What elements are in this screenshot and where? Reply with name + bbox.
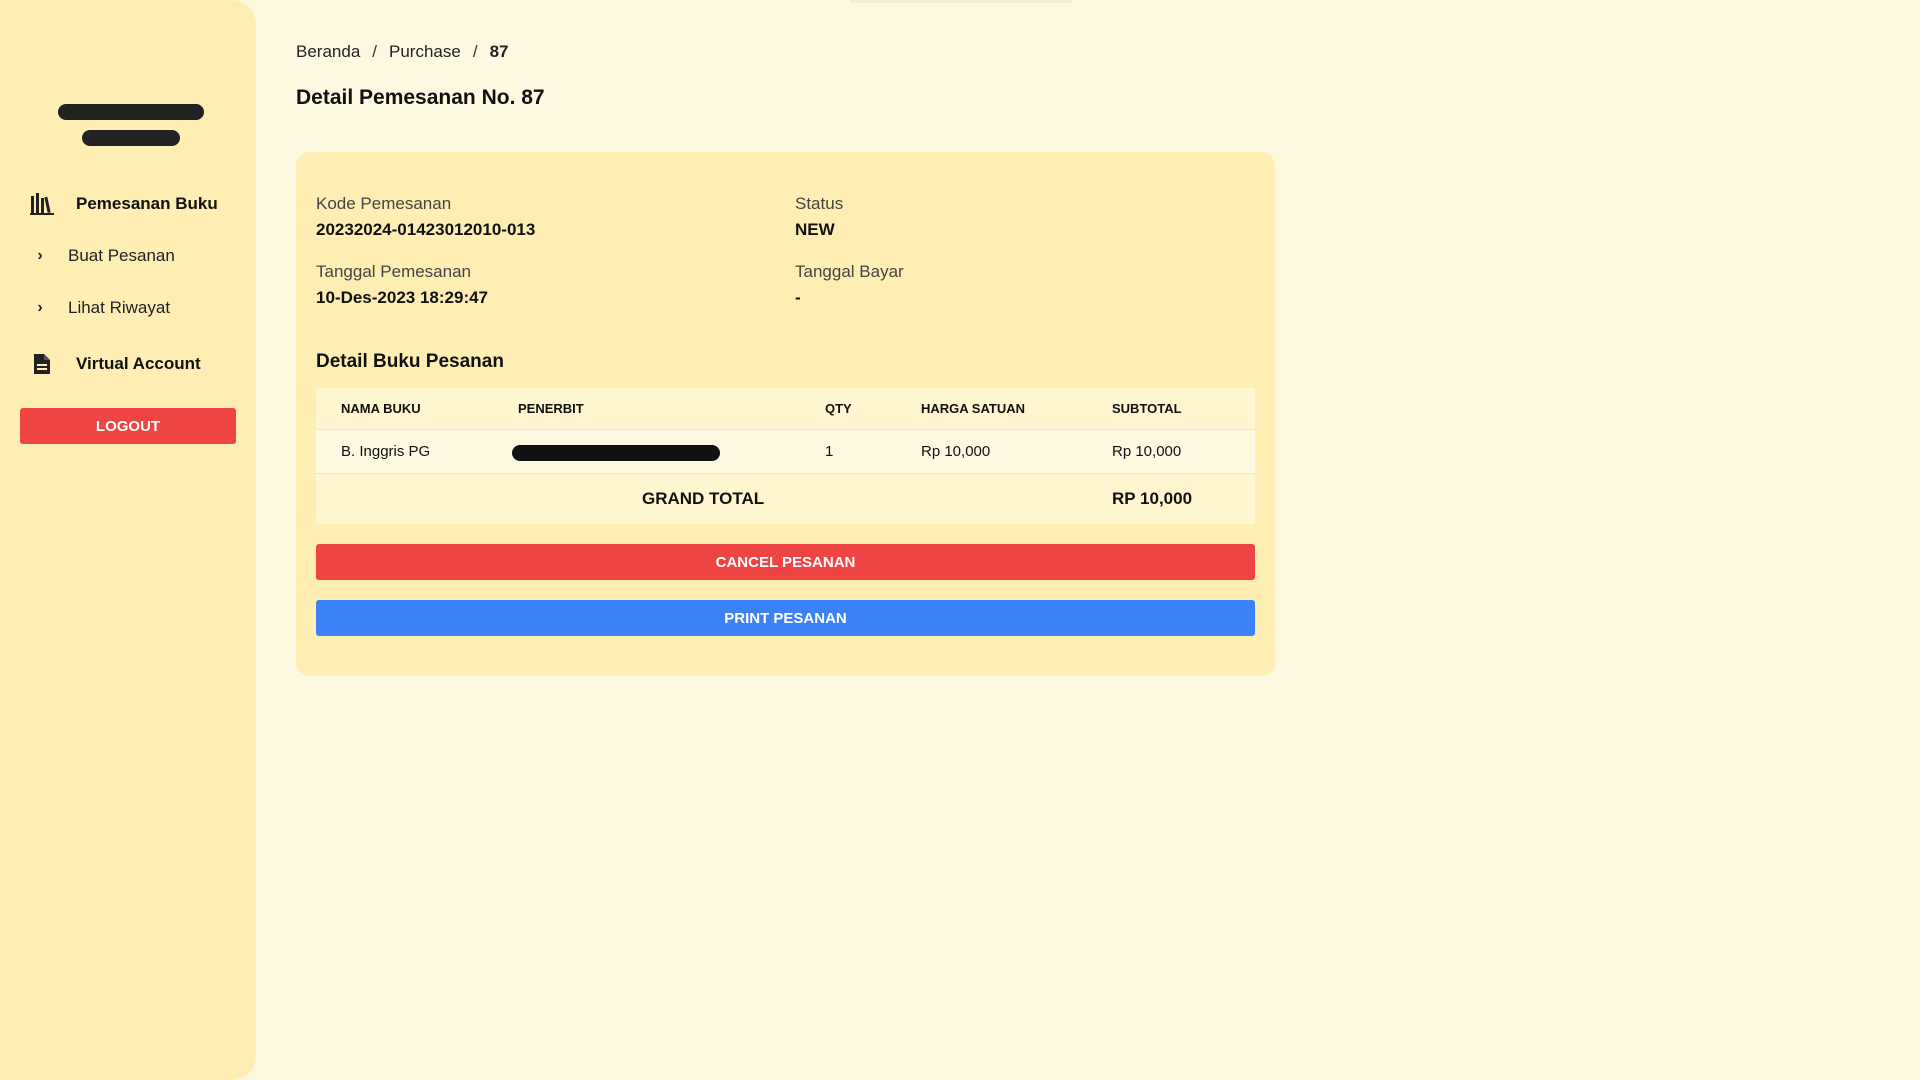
chevron-right-icon: › <box>37 247 43 264</box>
status-value: NEW <box>795 220 835 239</box>
sidebar-item-pemesanan-buku[interactable]: Pemesanan Buku <box>30 189 218 219</box>
order-date-label: Tanggal Pemesanan <box>316 262 472 281</box>
column-header-harga-satuan: HARGA SATUAN <box>921 401 1025 416</box>
top-handle <box>850 0 1072 3</box>
payment-date-field: Tanggal Bayar - <box>795 262 904 308</box>
payment-date-value: - <box>795 288 801 307</box>
breadcrumb: Beranda / Purchase / 87 <box>296 42 509 62</box>
order-code-field: Kode Pemesanan 20232024-01423012010-013 <box>316 194 535 240</box>
chevron-right-icon: › <box>37 299 43 316</box>
table-row: B. Inggris PG 1 Rp 10,000 Rp 10,000 <box>316 429 1255 474</box>
breadcrumb-separator: / <box>472 42 478 61</box>
sidebar-item-buat-pesanan[interactable]: › Buat Pesanan <box>32 243 175 269</box>
grand-total-value: RP 10,000 <box>1112 489 1193 508</box>
print-order-button[interactable]: PRINT PESANAN <box>316 600 1255 636</box>
column-header-qty: QTY <box>825 401 852 416</box>
cancel-order-button[interactable]: CANCEL PESANAN <box>316 544 1255 580</box>
sidebar-item-lihat-riwayat[interactable]: › Lihat Riwayat <box>32 295 170 321</box>
logout-button[interactable]: LOGOUT <box>20 408 236 444</box>
column-header-subtotal: SUBTOTAL <box>1112 401 1182 416</box>
sidebar-item-label: Buat Pesanan <box>68 246 175 265</box>
document-icon <box>30 352 54 376</box>
order-code-label: Kode Pemesanan <box>316 194 452 213</box>
order-date-value: 10-Des-2023 18:29:47 <box>316 288 489 307</box>
breadcrumb-purchase-link[interactable]: Purchase <box>389 42 461 62</box>
column-header-nama-buku: NAMA BUKU <box>341 401 421 416</box>
sidebar-item-label: Pemesanan Buku <box>76 194 218 213</box>
grand-total-label: GRAND TOTAL <box>642 489 765 508</box>
books-icon <box>30 192 54 216</box>
sidebar-item-label: Lihat Riwayat <box>68 298 171 317</box>
breadcrumb-current: 87 <box>489 42 509 61</box>
breadcrumb-home-link[interactable]: Beranda <box>296 42 360 62</box>
cell-penerbit-redacted <box>512 445 720 461</box>
sidebar: Pemesanan Buku › Buat Pesanan › Lihat Ri… <box>0 0 256 1080</box>
cell-subtotal: Rp 10,000 <box>1112 443 1182 460</box>
order-books-table: NAMA BUKU PENERBIT QTY HARGA SATUAN SUBT… <box>316 388 1255 524</box>
payment-date-label: Tanggal Bayar <box>795 262 904 281</box>
order-detail-card: Kode Pemesanan 20232024-01423012010-013 … <box>296 152 1275 676</box>
breadcrumb-separator: / <box>372 42 378 61</box>
table-header: NAMA BUKU PENERBIT QTY HARGA SATUAN SUBT… <box>316 388 1255 429</box>
grand-total-row: GRAND TOTAL RP 10,000 <box>316 474 1255 524</box>
books-section-title: Detail Buku Pesanan <box>316 351 504 372</box>
sidebar-item-virtual-account[interactable]: Virtual Account <box>30 349 201 379</box>
cell-nama-buku: B. Inggris PG <box>341 443 431 460</box>
logo-redacted <box>58 102 206 150</box>
page-title: Detail Pemesanan No. 87 <box>296 86 545 109</box>
cell-qty: 1 <box>825 443 834 460</box>
cell-harga-satuan: Rp 10,000 <box>921 443 991 460</box>
status-field: Status NEW <box>795 194 843 240</box>
status-label: Status <box>795 194 844 213</box>
order-date-field: Tanggal Pemesanan 10-Des-2023 18:29:47 <box>316 262 488 308</box>
column-header-penerbit: PENERBIT <box>518 401 584 416</box>
order-code-value: 20232024-01423012010-013 <box>316 220 536 239</box>
sidebar-item-label: Virtual Account <box>76 354 201 373</box>
